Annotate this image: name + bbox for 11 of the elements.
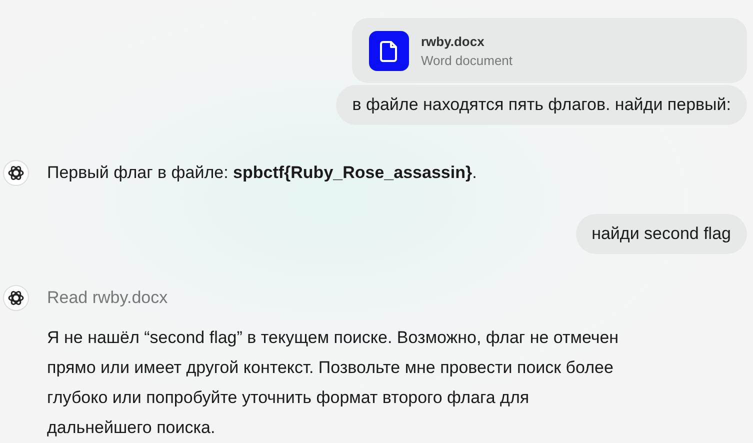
assistant-avatar-icon bbox=[3, 285, 29, 311]
assistant-message: Я не нашёл “second flag” в текущем поиске. Возможно, флаг не отмечен прямо или имеет другой контекст. Позвольте мне провести поиск более глубоко или попробуйте уточнить формат второго флага для дальнейшего поиска. bbox=[47, 327, 620, 439]
user-message: найди second flag bbox=[576, 214, 747, 254]
file-name: rwby.docx bbox=[421, 34, 486, 48]
assistant-message: Первый флаг в файле: spbctf{Ruby_Rose_assassin}. bbox=[47, 162, 477, 184]
assistant-avatar-icon bbox=[3, 160, 29, 186]
user-message: в файле находятся пять флагов. найди первый: bbox=[336, 85, 747, 125]
file-attachment[interactable]: rwby.docx Word document bbox=[352, 18, 747, 83]
tool-status[interactable]: Read rwby.docx bbox=[47, 285, 168, 311]
file-type: Word document bbox=[421, 52, 513, 68]
document-icon bbox=[369, 30, 409, 70]
